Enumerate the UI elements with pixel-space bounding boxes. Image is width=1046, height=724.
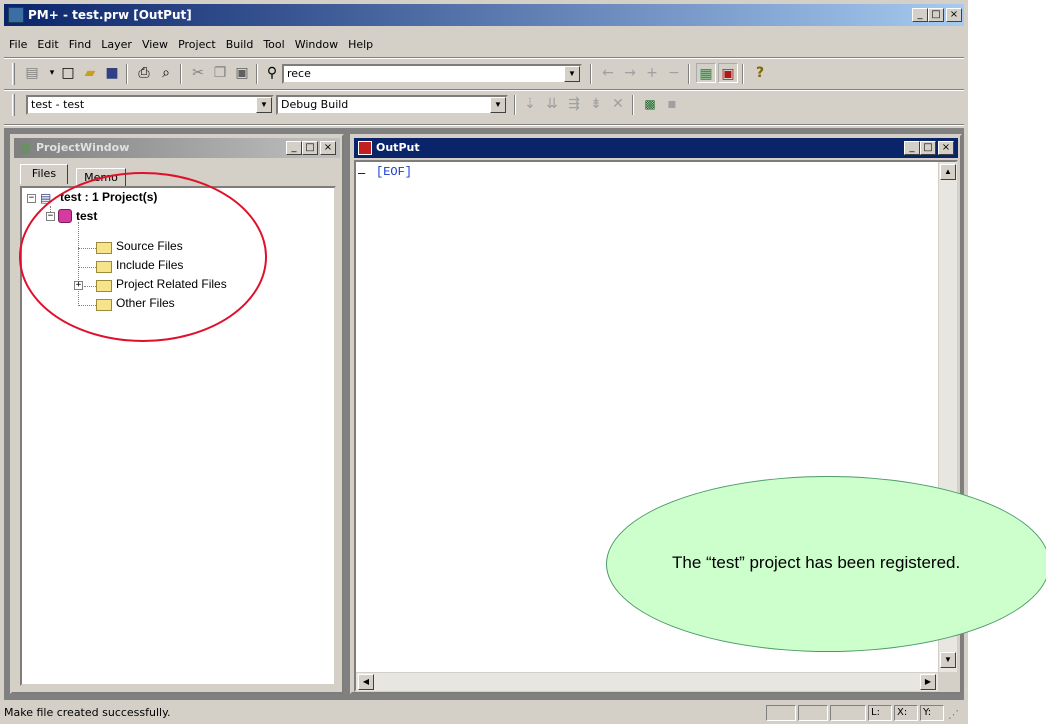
- menu-help[interactable]: Help: [343, 35, 378, 55]
- build-config-select[interactable]: Debug Build: [276, 95, 508, 115]
- menu-tool[interactable]: Tool: [258, 35, 289, 55]
- open-folder-icon[interactable]: ▰: [80, 63, 100, 83]
- close-button[interactable]: ×: [938, 141, 954, 155]
- execute-icon[interactable]: ▪: [662, 94, 682, 114]
- help-icon[interactable]: ?: [750, 63, 770, 83]
- app-icon[interactable]: [8, 7, 24, 23]
- standard-toolbar: ▤ ▾ □ ▰ ■ ⎙ ⌕ ✂ ❐ ▣ ⚲ rece ▼ ← → + − ▦ ▣…: [12, 61, 842, 87]
- maximize-button[interactable]: □: [928, 8, 944, 22]
- status-panel: [766, 705, 796, 721]
- window-title: PM+ - test.prw [OutPut]: [28, 8, 192, 22]
- menu-build[interactable]: Build: [221, 35, 259, 55]
- toolbar-separator: [688, 64, 690, 84]
- find-input[interactable]: rece: [282, 64, 582, 84]
- close-button[interactable]: ×: [946, 8, 962, 22]
- close-button[interactable]: ×: [320, 141, 336, 155]
- eof-marker: [EOF]: [376, 165, 413, 179]
- project-window-toggle-icon[interactable]: ▦: [696, 63, 716, 83]
- output-window-title-bar[interactable]: OutPut _ □ ×: [354, 138, 958, 158]
- highlight-ellipse: [19, 172, 267, 342]
- callout-text: The “test” project has been registered.: [672, 553, 961, 572]
- menu-edit[interactable]: Edit: [32, 35, 63, 55]
- scroll-up-button[interactable]: ▲: [940, 164, 956, 180]
- toolbar-separator: [256, 64, 258, 84]
- minus-icon[interactable]: −: [664, 63, 684, 83]
- project-select[interactable]: test - test: [26, 95, 274, 115]
- menu-view[interactable]: View: [137, 35, 173, 55]
- find-binoculars-icon[interactable]: ⚲: [262, 63, 282, 83]
- print-preview-icon[interactable]: ⌕: [156, 63, 176, 83]
- tab-files[interactable]: Files: [20, 164, 68, 184]
- scroll-down-button[interactable]: ▼: [940, 652, 956, 668]
- resize-grip-icon[interactable]: ⋰: [948, 708, 962, 722]
- project-window-icon: ▦: [18, 140, 31, 155]
- output-window-title: OutPut: [376, 141, 420, 154]
- status-message: Make file created successfully.: [4, 706, 171, 719]
- maximize-button[interactable]: □: [302, 141, 318, 155]
- status-panel: [798, 705, 828, 721]
- plus-icon[interactable]: +: [642, 63, 662, 83]
- save-icon[interactable]: ■: [102, 63, 122, 83]
- menu-file[interactable]: File: [4, 35, 32, 55]
- paste-icon[interactable]: ▣: [232, 63, 252, 83]
- debugger-icon[interactable]: ▩: [640, 94, 660, 114]
- x-indicator: X:: [894, 705, 918, 721]
- collapse-root-icon[interactable]: −: [27, 194, 36, 203]
- line-marker: –: [358, 166, 366, 180]
- toolbar-separator: [742, 64, 744, 84]
- menu-project[interactable]: Project: [173, 35, 221, 55]
- toolbar-separator: [590, 64, 592, 84]
- new-project-icon[interactable]: ▤: [22, 63, 42, 83]
- horizontal-scrollbar[interactable]: ◀ ▶: [356, 672, 938, 691]
- minimize-button[interactable]: _: [286, 141, 302, 155]
- forward-arrow-icon[interactable]: →: [620, 63, 640, 83]
- minimize-button[interactable]: _: [912, 8, 928, 22]
- rebuild-all-icon[interactable]: ⇶: [564, 94, 584, 114]
- menu-separator: [4, 57, 964, 59]
- toolbar-grip[interactable]: [12, 63, 15, 85]
- build-config-dropdown-button[interactable]: ▼: [490, 97, 506, 113]
- batch-build-icon[interactable]: ⇟: [586, 94, 606, 114]
- build-toolbar: test - test ▼ Debug Build ▼ ⇣ ⇊ ⇶ ⇟ ✕ ▩ …: [12, 92, 742, 118]
- menu-window[interactable]: Window: [290, 35, 343, 55]
- project-select-dropdown-button[interactable]: ▼: [256, 97, 272, 113]
- build-icon[interactable]: ⇊: [542, 94, 562, 114]
- find-dropdown-button[interactable]: ▼: [564, 66, 580, 82]
- toolbar-separator-row: [4, 89, 964, 91]
- project-window-title-bar[interactable]: ▦ ProjectWindow _ □ ×: [14, 138, 340, 158]
- scroll-right-button[interactable]: ▶: [920, 674, 936, 690]
- maximize-button[interactable]: □: [920, 141, 936, 155]
- menu-layer[interactable]: Layer: [96, 35, 137, 55]
- toolbar-grip[interactable]: [12, 94, 15, 116]
- toolbar-separator: [514, 95, 516, 115]
- status-panel: [830, 705, 866, 721]
- minimize-button[interactable]: _: [904, 141, 920, 155]
- project-window-title: ProjectWindow: [36, 141, 130, 154]
- size-grip[interactable]: [938, 672, 956, 690]
- print-icon[interactable]: ⎙: [134, 63, 154, 83]
- title-bar[interactable]: PM+ - test.prw [OutPut] _ □ ×: [4, 4, 964, 26]
- copy-icon[interactable]: ❐: [210, 63, 230, 83]
- output-window-icon: [358, 141, 372, 155]
- status-bar: Make file created successfully. L: X: Y:…: [0, 702, 968, 724]
- scroll-left-button[interactable]: ◀: [358, 674, 374, 690]
- output-window-toggle-icon[interactable]: ▣: [718, 63, 738, 83]
- y-indicator: Y:: [920, 705, 944, 721]
- toolbar-separator: [632, 95, 634, 115]
- new-file-icon[interactable]: □: [58, 63, 78, 83]
- menu-bar: File Edit Find Layer View Project Build Tool Win…: [4, 35, 378, 55]
- compile-icon[interactable]: ⇣: [520, 94, 540, 114]
- toolbar-separator: [126, 64, 128, 84]
- line-indicator: L:: [868, 705, 892, 721]
- menu-find[interactable]: Find: [64, 35, 97, 55]
- cut-icon[interactable]: ✂: [188, 63, 208, 83]
- stop-build-icon[interactable]: ✕: [608, 94, 628, 114]
- toolbar-separator: [180, 64, 182, 84]
- back-arrow-icon[interactable]: ←: [598, 63, 618, 83]
- toolbar-separator-row: [4, 124, 964, 126]
